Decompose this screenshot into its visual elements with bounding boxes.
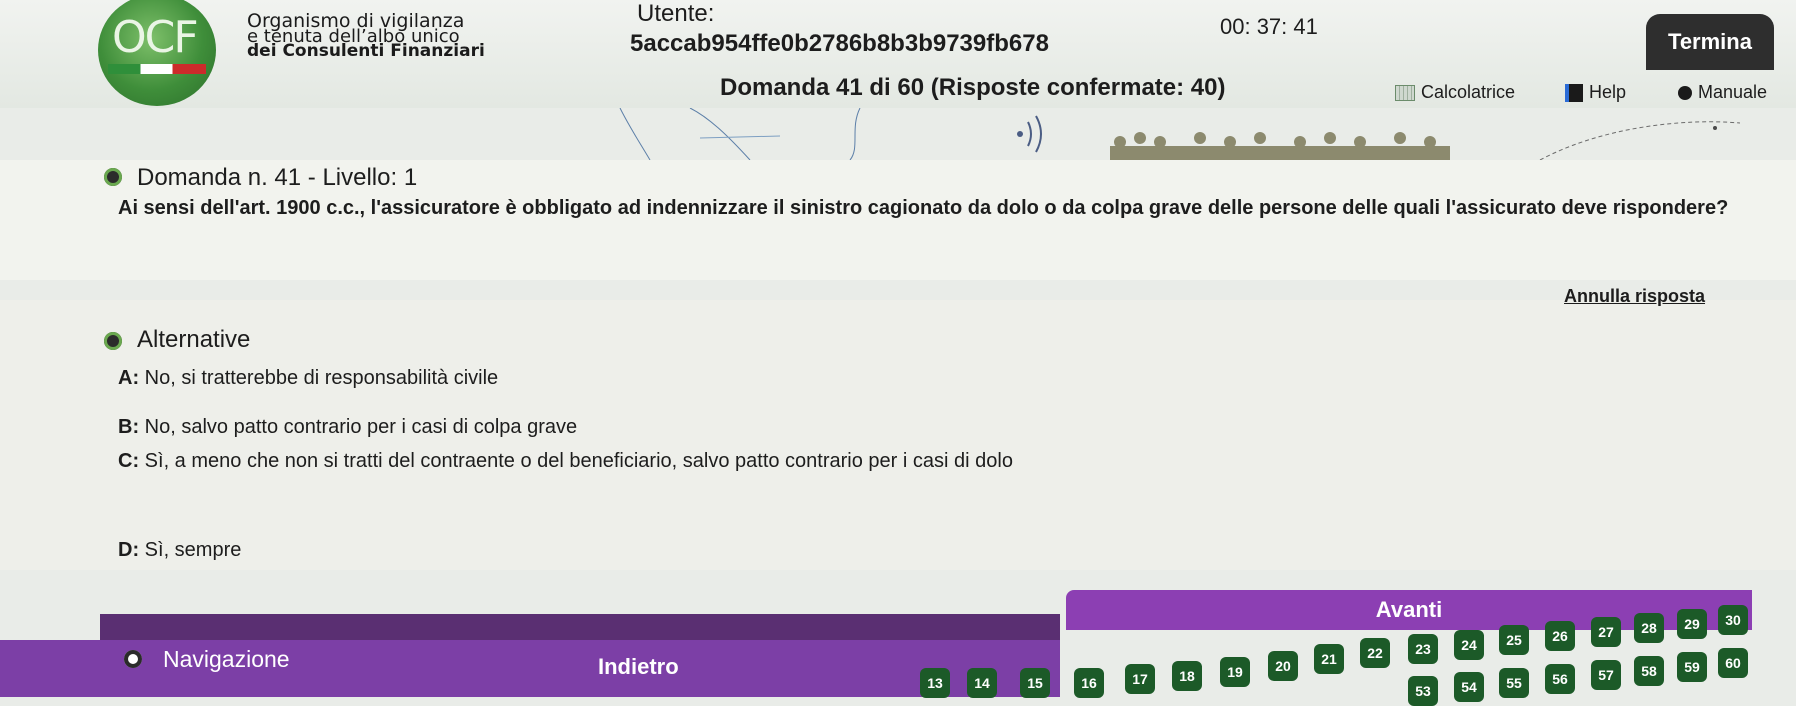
question-text: Ai sensi dell'art. 1900 c.c., l'assicura… — [118, 197, 1729, 219]
question-nav-box[interactable]: 18 — [1172, 661, 1202, 691]
indietro-button[interactable] — [0, 640, 1060, 697]
question-nav-box[interactable]: 19 — [1220, 657, 1250, 687]
question-nav-box[interactable]: 30 — [1718, 605, 1748, 635]
section-bullet-icon — [124, 650, 142, 668]
option-text: No, si tratterebbe di responsabilità civ… — [144, 367, 499, 389]
question-nav-box[interactable]: 28 — [1634, 613, 1664, 643]
question-nav-box[interactable]: 17 — [1125, 664, 1155, 694]
manual-label: Manuale — [1698, 82, 1768, 102]
option-b[interactable]: B: No, salvo patto contrario per i casi … — [118, 416, 577, 439]
question-nav-box[interactable]: 23 — [1408, 634, 1438, 664]
question-counter: Domanda 41 di 60 (Risposte confermate: 4… — [720, 74, 1226, 101]
question-nav-box[interactable]: 57 — [1591, 660, 1621, 690]
question-nav-box[interactable]: 53 — [1408, 676, 1438, 706]
option-d[interactable]: D: Sì, sempre — [118, 539, 241, 562]
alternatives-section-title: Alternative — [137, 326, 251, 353]
calculator-label: Calcolatrice — [1421, 82, 1516, 102]
user-id: 5accab954ffe0b2786b8b3b9739fb678 — [630, 30, 1049, 57]
option-text: No, salvo patto contrario per i casi di … — [144, 416, 578, 438]
question-nav-box[interactable]: 24 — [1454, 630, 1484, 660]
question-nav-box[interactable]: 59 — [1677, 652, 1707, 682]
calculator-icon — [1395, 84, 1415, 101]
question-nav-box[interactable]: 20 — [1268, 651, 1298, 681]
question-nav-box[interactable]: 56 — [1545, 664, 1575, 694]
user-label: Utente: — [637, 0, 715, 27]
navigation-strip — [100, 614, 1060, 640]
option-text: Sì, a meno che non si tratti del contrae… — [144, 450, 1013, 472]
option-c[interactable]: C: Sì, a meno che non si tratti del cont… — [118, 450, 1013, 473]
option-letter: D: — [118, 539, 140, 561]
question-nav-box[interactable]: 29 — [1677, 609, 1707, 639]
manual-button[interactable]: Manuale — [1678, 82, 1767, 103]
question-nav-box[interactable]: 15 — [1020, 668, 1050, 698]
annulla-risposta-link[interactable]: Annulla risposta — [1564, 286, 1705, 307]
question-nav-box[interactable]: 22 — [1360, 638, 1390, 668]
question-nav-box[interactable]: 21 — [1314, 644, 1344, 674]
navigation-title: Navigazione — [163, 646, 290, 672]
option-letter: A: — [118, 367, 140, 389]
logo-flag-stripe — [108, 64, 206, 74]
logo-text: OCF — [112, 12, 199, 63]
indietro-label: Indietro — [598, 654, 679, 679]
manual-icon — [1678, 85, 1692, 100]
question-nav-box[interactable]: 58 — [1634, 656, 1664, 686]
section-bullet-icon — [104, 168, 122, 186]
question-nav-box[interactable]: 25 — [1499, 625, 1529, 655]
question-section-title: Domanda n. 41 - Livello: 1 — [137, 164, 418, 191]
question-nav-box[interactable]: 16 — [1074, 668, 1104, 698]
calculator-button[interactable]: Calcolatrice — [1395, 82, 1515, 103]
option-letter: C: — [118, 450, 140, 472]
section-bullet-icon — [104, 332, 122, 350]
help-button[interactable]: Help — [1565, 82, 1626, 103]
question-nav-box[interactable]: 14 — [967, 668, 997, 698]
help-label: Help — [1589, 82, 1627, 102]
termina-button[interactable]: Termina — [1646, 14, 1774, 70]
question-nav-box[interactable]: 13 — [920, 668, 950, 698]
organization-name: Organismo di vigilanza e tenuta dell’alb… — [247, 12, 485, 61]
header-bar: OCF Organismo di vigilanza e tenuta dell… — [0, 0, 1796, 108]
exam-timer: 00: 37: 41 — [1220, 14, 1318, 39]
org-line-3: dei Consulenti Finanziari — [247, 41, 485, 61]
decorative-banner — [619, 108, 1741, 160]
question-nav-box[interactable]: 54 — [1454, 672, 1484, 702]
question-nav-box[interactable]: 60 — [1718, 648, 1748, 678]
option-a[interactable]: A: No, si tratterebbe di responsabilità … — [118, 367, 498, 390]
option-text: Sì, sempre — [144, 539, 242, 561]
question-nav-box[interactable]: 55 — [1499, 668, 1529, 698]
book-icon — [1565, 83, 1583, 102]
option-letter: B: — [118, 416, 140, 438]
question-nav-box[interactable]: 26 — [1545, 621, 1575, 651]
question-nav-box[interactable]: 27 — [1591, 617, 1621, 647]
